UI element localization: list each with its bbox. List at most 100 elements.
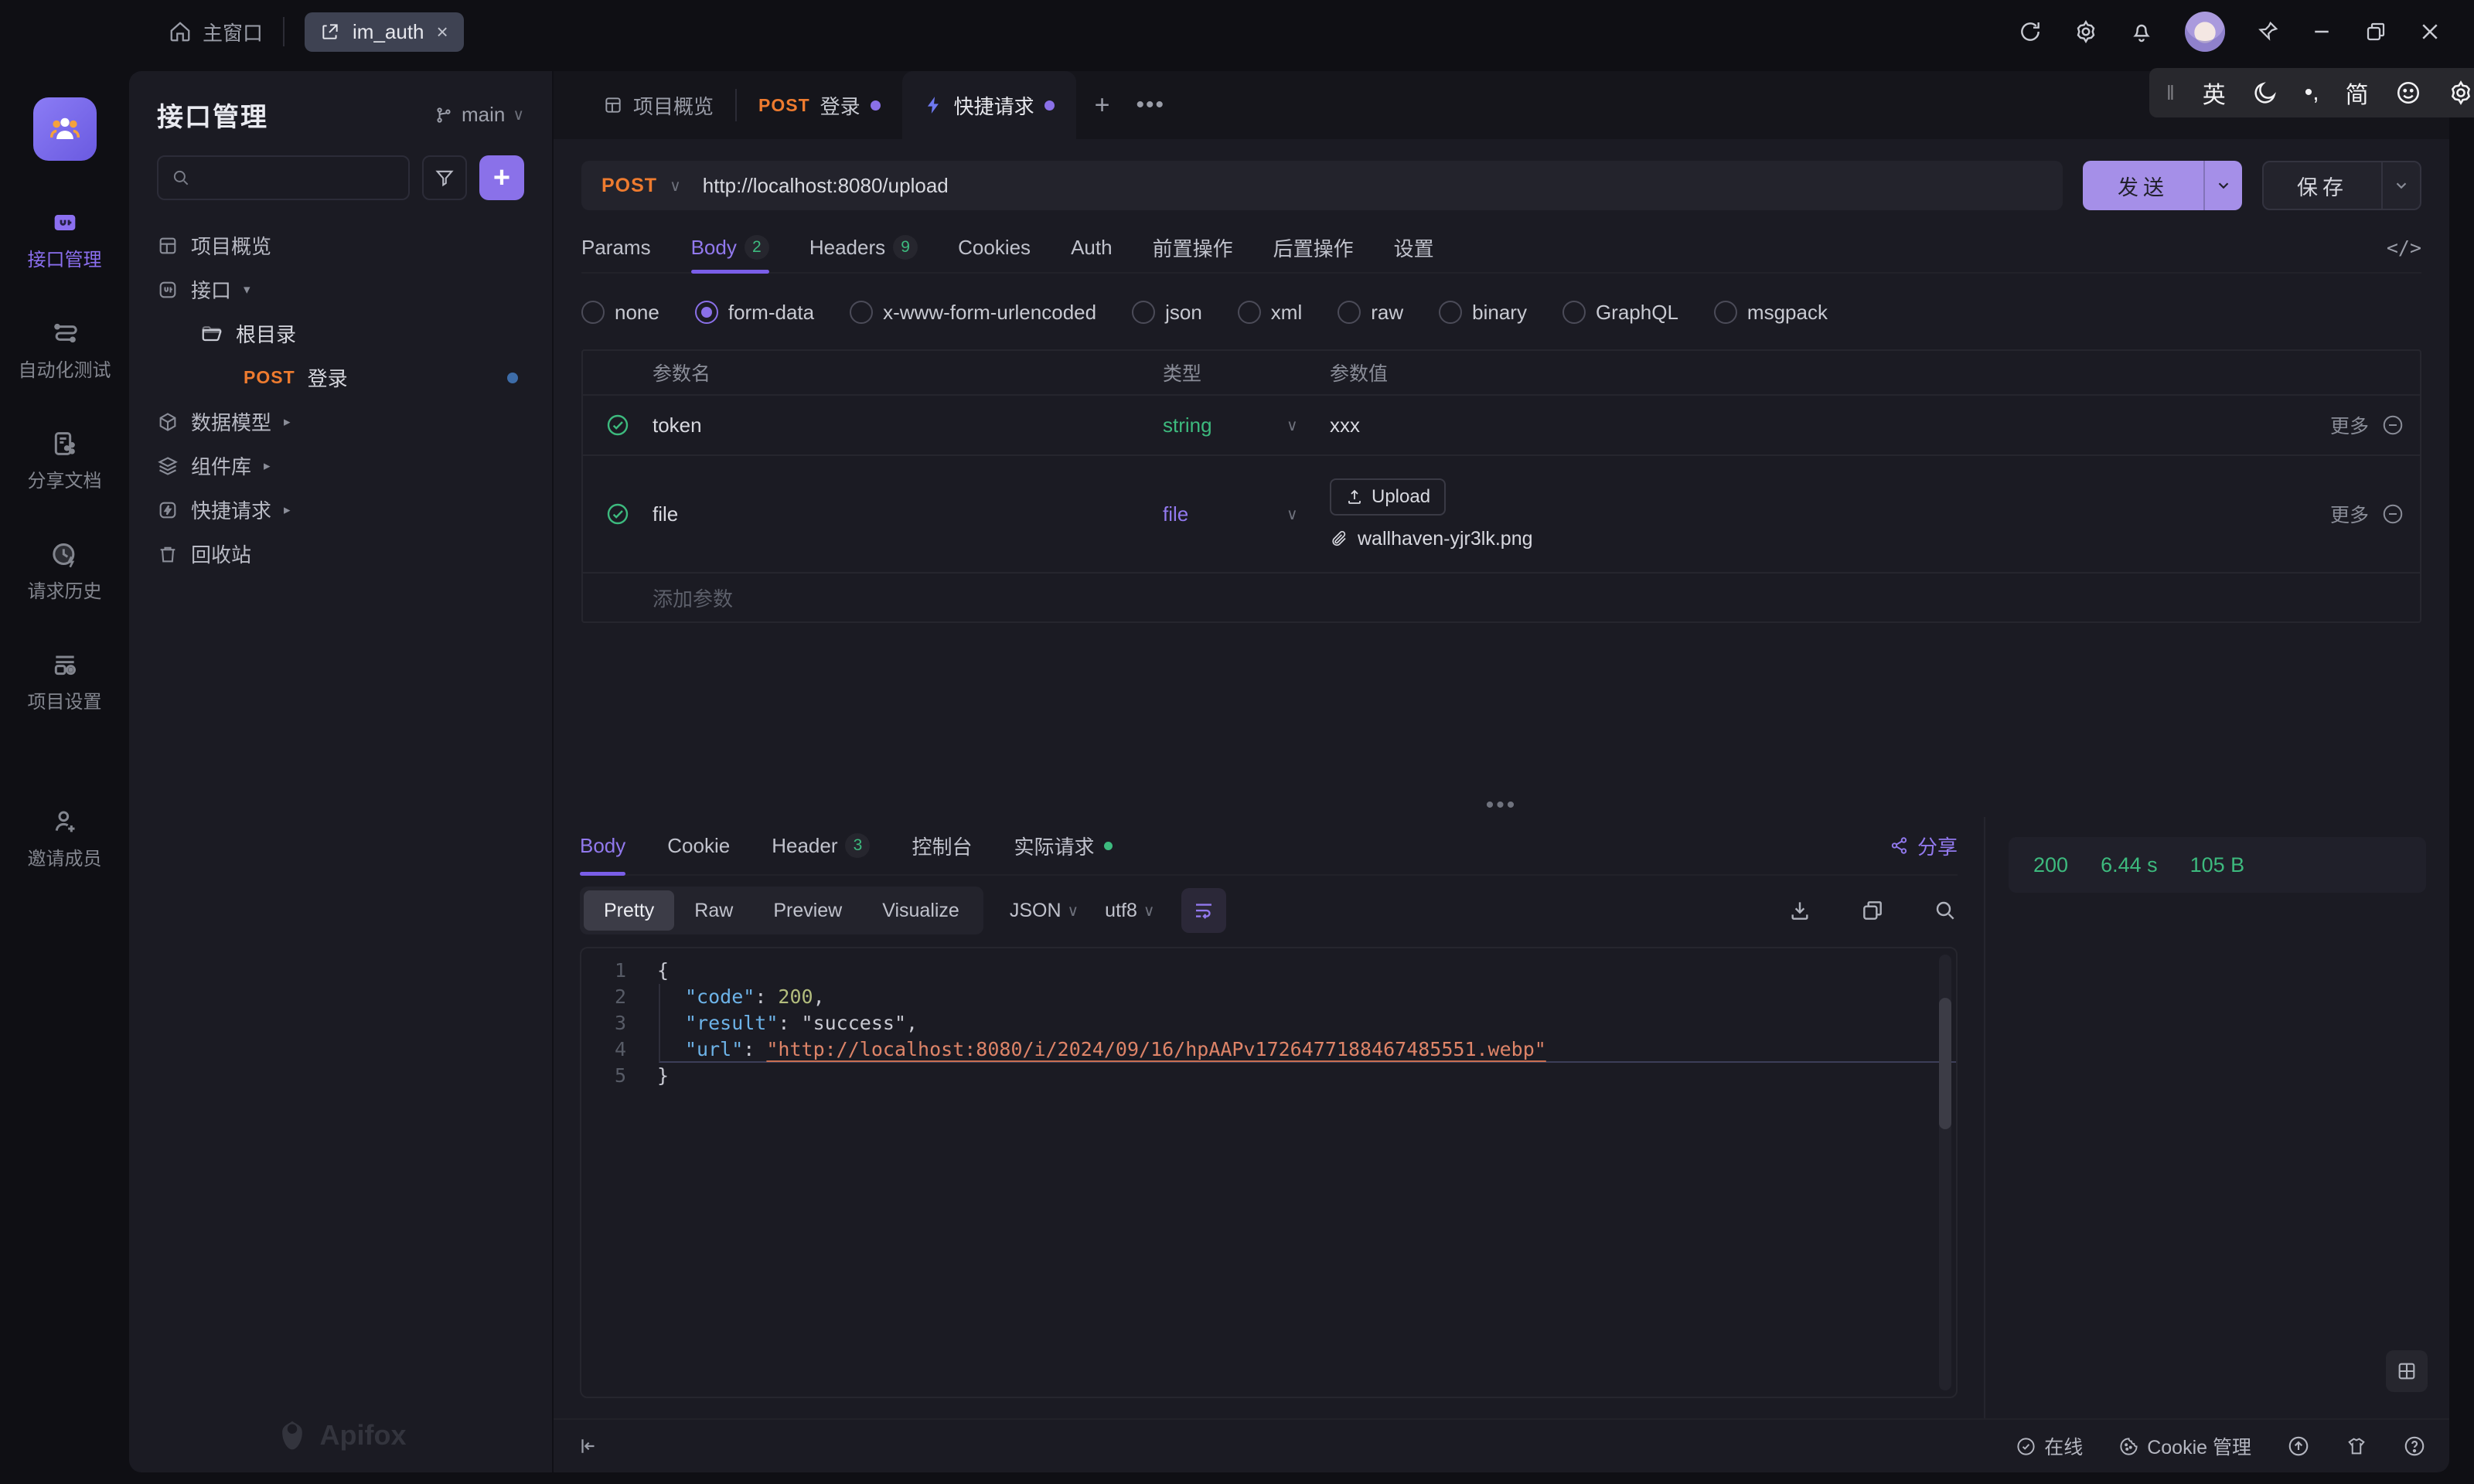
tab-params[interactable]: Params — [581, 223, 651, 272]
response-url-link[interactable]: "http://localhost:8080/i/2024/09/16/hpAA… — [766, 1038, 1545, 1060]
tab-settings[interactable]: 设置 — [1394, 223, 1434, 272]
upgrade-arrow-icon[interactable] — [2287, 1435, 2310, 1458]
save-button[interactable]: 保存 — [2262, 161, 2421, 210]
resp-tab-cookie[interactable]: Cookie — [667, 817, 730, 874]
home-window-tab[interactable]: 主窗口 — [169, 18, 263, 46]
panel-splitter-handle[interactable]: ••• — [554, 792, 2449, 818]
tree-item-interfaces[interactable]: 接口 ▾ — [157, 267, 524, 311]
body-type-x-www-form-urlencoded[interactable]: x-www-form-urlencoded — [850, 301, 1096, 325]
resp-tab-console[interactable]: 控制台 — [912, 817, 972, 874]
filter-button[interactable] — [422, 155, 467, 200]
online-status[interactable]: 在线 — [2016, 1432, 2083, 1460]
body-type-graphql[interactable]: GraphQL — [1562, 301, 1678, 325]
theme-shirt-icon[interactable] — [2346, 1435, 2367, 1457]
more-link[interactable]: 更多 — [2330, 411, 2369, 439]
word-wrap-toggle[interactable] — [1181, 888, 1226, 933]
tree-item-root-folder[interactable]: 根目录 — [157, 311, 524, 356]
project-logo[interactable] — [32, 97, 97, 161]
rail-item-api-management[interactable]: 接口管理 — [28, 207, 102, 271]
tree-item-project-overview[interactable]: 项目概览 — [157, 223, 524, 267]
tab-overflow-more-icon[interactable]: ••• — [1129, 71, 1174, 139]
attached-file[interactable]: wallhaven-yjr3lk.png — [1330, 528, 1533, 550]
settings-gear-icon[interactable] — [2074, 19, 2098, 44]
new-tab-plus-icon[interactable]: + — [1076, 71, 1129, 139]
doc-tab-login[interactable]: POST 登录 — [737, 71, 902, 139]
param-name[interactable]: file — [653, 502, 1163, 526]
tree-item-login-endpoint[interactable]: POST 登录 — [157, 356, 524, 400]
save-options-chevron-icon[interactable] — [2381, 162, 2420, 209]
send-options-chevron-icon[interactable] — [2203, 161, 2242, 210]
body-type-xml[interactable]: xml — [1237, 301, 1302, 325]
ime-simplified-toggle[interactable]: 简 — [2346, 76, 2369, 110]
layout-grid-button[interactable] — [2386, 1350, 2428, 1392]
param-value[interactable]: xxx — [1330, 414, 2296, 437]
response-body-editor[interactable]: 1 2 3 4 5 { "code": 200, "result": "succ… — [580, 947, 1958, 1398]
param-type-select[interactable]: string — [1163, 414, 1286, 437]
body-type-json[interactable]: json — [1132, 301, 1202, 325]
search-in-response-icon[interactable] — [1933, 898, 1958, 923]
more-link[interactable]: 更多 — [2330, 500, 2369, 528]
download-response-icon[interactable] — [1787, 898, 1812, 923]
generate-code-icon[interactable]: </> — [2387, 237, 2421, 259]
rail-item-automated-testing[interactable]: 自动化测试 — [19, 318, 111, 382]
body-type-binary[interactable]: binary — [1439, 301, 1527, 325]
pin-window-icon[interactable] — [2256, 20, 2279, 43]
ime-moon-icon[interactable] — [2252, 80, 2278, 106]
method-select[interactable]: POST — [601, 175, 657, 197]
collapse-sidebar-icon[interactable] — [577, 1435, 600, 1458]
send-button[interactable]: 发送 — [2083, 161, 2242, 210]
view-mode-visualize[interactable]: Visualize — [862, 890, 980, 931]
resp-tab-actual-request[interactable]: 实际请求 — [1014, 817, 1113, 874]
view-mode-pretty[interactable]: Pretty — [584, 890, 675, 931]
ime-settings-gear-icon[interactable] — [2448, 80, 2474, 106]
url-bar[interactable]: POST ∨ http://localhost:8080/upload — [581, 161, 2063, 210]
copy-response-icon[interactable] — [1860, 898, 1885, 923]
param-name[interactable]: token — [653, 414, 1163, 437]
branch-selector[interactable]: main ∨ — [434, 103, 524, 127]
ime-language-toggle[interactable]: 英 — [2203, 76, 2226, 110]
remove-row-icon[interactable] — [2381, 502, 2404, 526]
param-enabled-check-icon[interactable] — [583, 502, 653, 526]
body-type-raw[interactable]: raw — [1338, 301, 1403, 325]
body-type-msgpack[interactable]: msgpack — [1713, 301, 1828, 325]
help-icon[interactable] — [2403, 1435, 2426, 1458]
user-avatar[interactable] — [2185, 12, 2225, 52]
ime-drag-handle[interactable]: ‖ — [2166, 81, 2176, 105]
rail-item-request-history[interactable]: 请求历史 — [28, 539, 102, 603]
view-mode-preview[interactable]: Preview — [753, 890, 862, 931]
minimize-icon[interactable] — [2310, 20, 2333, 43]
project-window-tab[interactable]: im_auth × — [305, 12, 464, 52]
doc-tab-project-overview[interactable]: 项目概览 — [581, 71, 735, 139]
ime-emoji-icon[interactable] — [2395, 80, 2421, 106]
body-type-form-data[interactable]: form-data — [694, 301, 814, 325]
param-enabled-check-icon[interactable] — [583, 413, 653, 437]
tab-cookies[interactable]: Cookies — [958, 223, 1031, 272]
tab-headers[interactable]: Headers 9 — [809, 223, 918, 272]
doc-tab-quick-request[interactable]: 快捷请求 — [901, 71, 1076, 139]
request-url[interactable]: http://localhost:8080/upload — [703, 174, 949, 198]
encoding-select[interactable]: utf8 ∨ — [1105, 900, 1154, 922]
resp-tab-body[interactable]: Body — [580, 817, 626, 876]
rail-item-share-docs[interactable]: 分享文档 — [28, 428, 102, 492]
rail-item-invite-members[interactable]: 邀请成员 — [28, 806, 102, 870]
tree-item-recycle-bin[interactable]: 回收站 — [157, 532, 524, 576]
share-button[interactable]: 分享 — [1890, 832, 1958, 860]
add-param-row[interactable]: 添加参数 — [583, 572, 2420, 621]
ime-punctuation-toggle[interactable]: •, — [2305, 80, 2319, 106]
notifications-bell-icon[interactable] — [2129, 19, 2154, 44]
tab-post-processors[interactable]: 后置操作 — [1273, 223, 1354, 272]
tab-pre-processors[interactable]: 前置操作 — [1153, 223, 1233, 272]
tree-item-quick-request[interactable]: 快捷请求 ▸ — [157, 488, 524, 532]
tree-item-data-models[interactable]: 数据模型 ▸ — [157, 400, 524, 444]
tab-body[interactable]: Body 2 — [690, 223, 770, 274]
remove-row-icon[interactable] — [2381, 414, 2404, 437]
rail-item-project-settings[interactable]: 项目设置 — [28, 649, 102, 713]
cookie-manager[interactable]: Cookie 管理 — [2118, 1432, 2251, 1460]
sidebar-search-input[interactable] — [200, 165, 396, 190]
tree-item-components[interactable]: 组件库 ▸ — [157, 444, 524, 488]
restore-window-icon[interactable] — [2364, 20, 2387, 43]
upload-button[interactable]: Upload — [1330, 478, 1447, 516]
add-new-button[interactable]: + — [479, 155, 524, 200]
tab-auth[interactable]: Auth — [1071, 223, 1113, 272]
sidebar-search[interactable] — [157, 155, 410, 200]
